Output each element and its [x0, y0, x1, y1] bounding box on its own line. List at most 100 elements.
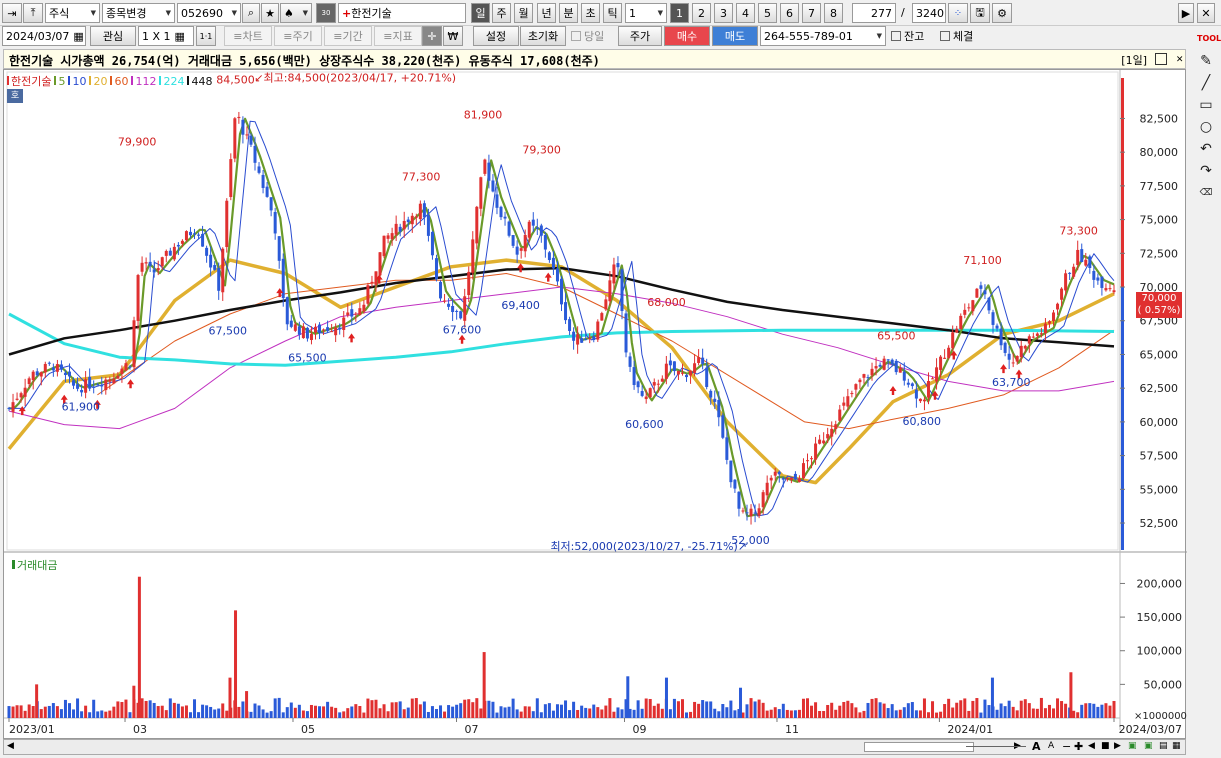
- panel-close-icon[interactable]: ✕: [1176, 52, 1183, 65]
- reset-button[interactable]: 초기화: [520, 26, 566, 46]
- tab-tick[interactable]: 틱: [603, 3, 622, 23]
- search-icon[interactable]: ⌕: [242, 3, 260, 23]
- layout-input[interactable]: 1 X 1 ▦: [138, 26, 194, 46]
- next-icon[interactable]: ▶: [1114, 741, 1121, 751]
- font-small-icon[interactable]: A: [1048, 741, 1054, 751]
- filled-checkbox-box[interactable]: [940, 31, 950, 41]
- grid-view-icon[interactable]: ▦: [1172, 741, 1181, 751]
- chart-svg[interactable]: 79,900 84,500 77,300 81,900 79,300 68,000 65,5…: [4, 70, 1187, 740]
- today-checkbox[interactable]: 당일: [568, 26, 612, 46]
- tab-second[interactable]: 초: [581, 3, 600, 23]
- minus-icon[interactable]: −: [1062, 740, 1071, 753]
- spade-icon[interactable]: ♠: [280, 3, 312, 23]
- stock-code-input[interactable]: 052690: [177, 3, 241, 23]
- period-button[interactable]: ≡기간: [324, 26, 372, 46]
- redo-icon[interactable]: ↷: [1197, 162, 1215, 180]
- prev-icon[interactable]: ◀: [1088, 741, 1095, 751]
- tab-month[interactable]: 월: [514, 3, 533, 23]
- layout-toggle-icon[interactable]: ▶: [1178, 3, 1194, 23]
- zoom-slider-icon[interactable]: [966, 746, 1026, 747]
- pencil-icon[interactable]: ✎: [1197, 52, 1215, 70]
- single-layout-button[interactable]: 1·1: [196, 26, 216, 46]
- top-icon[interactable]: ⤒: [23, 3, 43, 23]
- count-value: 277: [871, 6, 892, 20]
- price-button[interactable]: 주가: [618, 26, 662, 46]
- tool-menu-icon[interactable]: TOOL: [1197, 30, 1221, 48]
- dots-icon[interactable]: ⁘: [948, 3, 968, 23]
- settings-button[interactable]: 설정: [473, 26, 519, 46]
- rectangle-icon[interactable]: ▭: [1197, 96, 1215, 114]
- candle-body: [205, 247, 209, 256]
- layout-grid-icon[interactable]: ▦: [175, 30, 185, 43]
- tab-week[interactable]: 주: [492, 3, 511, 23]
- undo-icon[interactable]: ↶: [1197, 140, 1215, 158]
- print-icon[interactable]: ▤: [1159, 741, 1168, 751]
- maximize-icon[interactable]: [1155, 53, 1167, 65]
- account-select[interactable]: 264-555-789-01: [760, 26, 886, 46]
- market-select[interactable]: 주식: [45, 3, 100, 23]
- indicator-button[interactable]: ≡지표: [374, 26, 422, 46]
- candle-body: [846, 396, 850, 407]
- date-input[interactable]: 2024/03/07 ▦: [2, 26, 86, 46]
- font-large-icon[interactable]: A: [1032, 740, 1041, 753]
- tab-day[interactable]: 일: [471, 3, 490, 23]
- period-select[interactable]: 1: [625, 3, 667, 23]
- circle-icon[interactable]: ○: [1197, 118, 1215, 136]
- save-icon[interactable]: 🖫: [970, 3, 990, 23]
- count-input[interactable]: 277: [852, 3, 896, 23]
- chart-panel[interactable]: 79,900 84,500 77,300 81,900 79,300 68,000 65,5…: [3, 69, 1187, 740]
- legend-item[interactable]: 10: [68, 75, 86, 88]
- excel-icon[interactable]: ▣: [1128, 741, 1137, 751]
- chart-button[interactable]: ≡차트: [224, 26, 272, 46]
- interest-button[interactable]: 관심: [90, 26, 136, 46]
- volume-spike-bar: [1069, 672, 1073, 718]
- balance-checkbox-box[interactable]: [891, 31, 901, 41]
- num-btn-8[interactable]: 8: [824, 3, 843, 23]
- num-btn-3[interactable]: 3: [714, 3, 733, 23]
- today-checkbox-box[interactable]: [571, 31, 581, 41]
- num-btn-7[interactable]: 7: [802, 3, 821, 23]
- filled-checkbox[interactable]: 체결: [937, 26, 983, 46]
- volume-bar: [120, 702, 124, 718]
- tab-minute[interactable]: 분: [559, 3, 578, 23]
- num-btn-5[interactable]: 5: [758, 3, 777, 23]
- zoom-plus-icon[interactable]: ✚: [1074, 740, 1083, 753]
- ho-badge[interactable]: 호: [7, 89, 23, 103]
- gear-icon[interactable]: ⚙: [992, 3, 1012, 23]
- won-button[interactable]: ₩: [443, 26, 463, 46]
- legend-item[interactable]: 5: [54, 75, 65, 88]
- change-select[interactable]: 종목변경: [102, 3, 175, 23]
- balance-checkbox[interactable]: 잔고: [888, 26, 934, 46]
- line-icon[interactable]: ╱: [1197, 74, 1215, 92]
- stock-name-field[interactable]: + 한전기술: [338, 3, 466, 23]
- pin-icon[interactable]: ⇥: [2, 3, 22, 23]
- num-btn-4[interactable]: 4: [736, 3, 755, 23]
- num-btn-6[interactable]: 6: [780, 3, 799, 23]
- legend-item[interactable]: 224: [159, 75, 184, 88]
- calendar-icon[interactable]: ▦: [73, 30, 83, 43]
- legend-item[interactable]: 448: [187, 75, 212, 88]
- sell-button[interactable]: 매도: [712, 26, 758, 46]
- buy-button[interactable]: 매수: [664, 26, 710, 46]
- export-icon[interactable]: ▣: [1144, 741, 1153, 751]
- num-btn-1[interactable]: 1: [670, 3, 689, 23]
- close-icon[interactable]: ✕: [1197, 3, 1215, 23]
- chart-scrollbar[interactable]: ◀ ▶ A A − ✚ ◀ ■ ▶ ▣ ▣ ▤ ▦: [3, 739, 1186, 755]
- scroll-thumb[interactable]: [864, 742, 974, 752]
- stop-icon[interactable]: ■: [1101, 741, 1110, 751]
- candle-body: [685, 375, 689, 378]
- legend-item[interactable]: 112: [131, 75, 156, 88]
- star-icon[interactable]: ★: [261, 3, 279, 23]
- legend-item[interactable]: 20: [89, 75, 107, 88]
- grid-30-icon[interactable]: 30: [316, 3, 336, 23]
- volume-bar: [1064, 703, 1068, 718]
- volume-bar: [644, 698, 648, 718]
- cycle-button[interactable]: ≡주기: [274, 26, 322, 46]
- tab-year[interactable]: 년: [537, 3, 556, 23]
- scroll-left-icon[interactable]: ◀: [7, 741, 14, 751]
- legend-item[interactable]: 한전기술: [7, 75, 51, 88]
- num-btn-2[interactable]: 2: [692, 3, 711, 23]
- crosshair-icon[interactable]: ✛: [422, 26, 442, 46]
- erase-all-icon[interactable]: ⌫: [1197, 184, 1215, 202]
- legend-item[interactable]: 60: [110, 75, 128, 88]
